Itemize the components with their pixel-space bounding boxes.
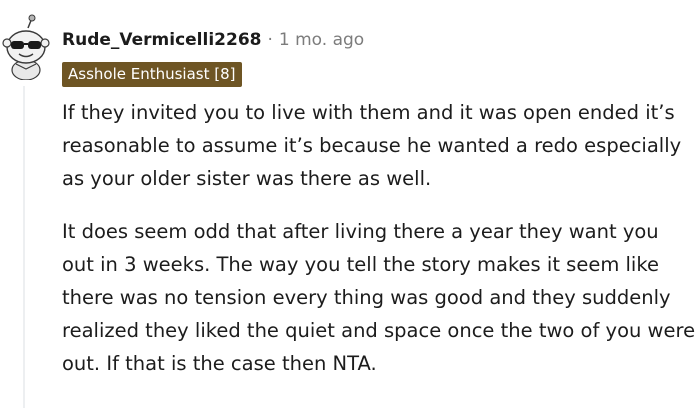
comment-paragraph: It does seem odd that after living there… [62,220,696,375]
meta-separator: · [267,30,273,50]
comment-header: Rude_Vermicelli2268 · 1 mo. ago [62,28,364,52]
user-flair-badge: Asshole Enthusiast [8] [62,62,242,87]
comment-timestamp[interactable]: 1 mo. ago [279,30,364,50]
comment-paragraph: If they invited you to live with them an… [62,101,682,190]
comment: Rude_Vermicelli2268 · 1 mo. ago Asshole … [0,0,700,408]
snoo-avatar-icon [2,14,50,81]
comment-body: If they invited you to live with them an… [62,96,696,400]
user-avatar[interactable] [2,14,52,81]
username-link[interactable]: Rude_Vermicelli2268 [62,30,261,50]
thread-collapse-line[interactable] [23,86,25,408]
